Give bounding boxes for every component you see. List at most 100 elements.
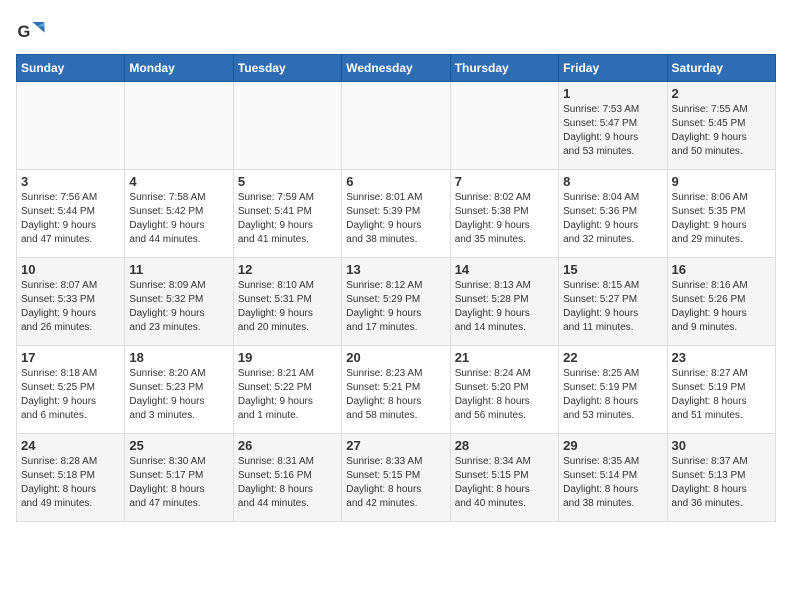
- calendar-cell: 21 Sunrise: 8:24 AM Sunset: 5:20 PM Dayli…: [450, 346, 558, 434]
- day-number: 11: [129, 262, 228, 277]
- day-number: 27: [346, 438, 445, 453]
- day-info: Sunrise: 8:27 AM Sunset: 5:19 PM Dayligh…: [672, 367, 771, 423]
- calendar-cell: [233, 82, 341, 170]
- logo-icon: G: [16, 16, 46, 46]
- calendar-cell: 3 Sunrise: 7:56 AM Sunset: 5:44 PM Daylig…: [17, 170, 125, 258]
- calendar-cell: 10Sunrise: 8:07 AM Sunset: 5:33 PM Dayli…: [17, 258, 125, 346]
- calendar-cell: 13 Sunrise: 8:12 AM Sunset: 5:29 PM Dayli…: [342, 258, 450, 346]
- day-number: 22: [563, 350, 662, 365]
- day-number: 14: [455, 262, 554, 277]
- day-number: 2: [672, 86, 771, 101]
- calendar-cell: 22 Sunrise: 8:25 AM Sunset: 5:19 PM Dayli…: [559, 346, 667, 434]
- svg-text:G: G: [18, 23, 31, 41]
- day-number: 12: [238, 262, 337, 277]
- day-number: 26: [238, 438, 337, 453]
- calendar-cell: [17, 82, 125, 170]
- day-number: 18: [129, 350, 228, 365]
- calendar-cell: [125, 82, 233, 170]
- day-number: 24: [21, 438, 120, 453]
- calendar-cell: 17 Sunrise: 8:18 AM Sunset: 5:25 PM Dayli…: [17, 346, 125, 434]
- calendar-cell: 29 Sunrise: 8:35 AM Sunset: 5:14 PM Dayli…: [559, 434, 667, 522]
- weekday-header-row: SundayMondayTuesdayWednesdayThursdayFrid…: [17, 55, 776, 82]
- calendar-cell: 18 Sunrise: 8:20 AM Sunset: 5:23 PM Dayli…: [125, 346, 233, 434]
- day-info: Sunrise: 8:01 AM Sunset: 5:39 PM Dayligh…: [346, 191, 445, 247]
- day-info: Sunrise: 8:25 AM Sunset: 5:19 PM Dayligh…: [563, 367, 662, 423]
- day-info: Sunrise: 8:02 AM Sunset: 5:38 PM Dayligh…: [455, 191, 554, 247]
- day-info: Sunrise: 7:58 AM Sunset: 5:42 PM Dayligh…: [129, 191, 228, 247]
- day-info: Sunrise: 8:06 AM Sunset: 5:35 PM Dayligh…: [672, 191, 771, 247]
- day-info: Sunrise: 8:35 AM Sunset: 5:14 PM Dayligh…: [563, 455, 662, 511]
- weekday-header: Tuesday: [233, 55, 341, 82]
- day-info: Sunrise: 8:34 AM Sunset: 5:15 PM Dayligh…: [455, 455, 554, 511]
- day-number: 23: [672, 350, 771, 365]
- calendar-cell: 14Sunrise: 8:13 AM Sunset: 5:28 PM Dayli…: [450, 258, 558, 346]
- day-number: 20: [346, 350, 445, 365]
- day-number: 9: [672, 174, 771, 189]
- day-info: Sunrise: 8:18 AM Sunset: 5:25 PM Dayligh…: [21, 367, 120, 423]
- calendar-cell: 11 Sunrise: 8:09 AM Sunset: 5:32 PM Dayli…: [125, 258, 233, 346]
- day-info: Sunrise: 8:28 AM Sunset: 5:18 PM Dayligh…: [21, 455, 120, 511]
- day-info: Sunrise: 7:55 AM Sunset: 5:45 PM Dayligh…: [672, 103, 771, 159]
- day-info: Sunrise: 8:12 AM Sunset: 5:29 PM Dayligh…: [346, 279, 445, 335]
- calendar-cell: 1Sunrise: 7:53 AM Sunset: 5:47 PM Daylig…: [559, 82, 667, 170]
- day-info: Sunrise: 8:16 AM Sunset: 5:26 PM Dayligh…: [672, 279, 771, 335]
- calendar-cell: 30 Sunrise: 8:37 AM Sunset: 5:13 PM Dayli…: [667, 434, 775, 522]
- day-number: 19: [238, 350, 337, 365]
- calendar-cell: 2 Sunrise: 7:55 AM Sunset: 5:45 PM Daylig…: [667, 82, 775, 170]
- calendar-cell: 7 Sunrise: 8:02 AM Sunset: 5:38 PM Daylig…: [450, 170, 558, 258]
- day-number: 16: [672, 262, 771, 277]
- logo: G: [16, 16, 50, 46]
- calendar-cell: 5 Sunrise: 7:59 AM Sunset: 5:41 PM Daylig…: [233, 170, 341, 258]
- day-number: 1: [563, 86, 662, 101]
- calendar-cell: 20 Sunrise: 8:23 AM Sunset: 5:21 PM Dayli…: [342, 346, 450, 434]
- day-number: 15: [563, 262, 662, 277]
- calendar-cell: 26Sunrise: 8:31 AM Sunset: 5:16 PM Dayli…: [233, 434, 341, 522]
- calendar-cell: 24 Sunrise: 8:28 AM Sunset: 5:18 PM Dayli…: [17, 434, 125, 522]
- day-info: Sunrise: 8:09 AM Sunset: 5:32 PM Dayligh…: [129, 279, 228, 335]
- day-info: Sunrise: 8:15 AM Sunset: 5:27 PM Dayligh…: [563, 279, 662, 335]
- calendar-cell: 23 Sunrise: 8:27 AM Sunset: 5:19 PM Dayli…: [667, 346, 775, 434]
- calendar-week-row: 24 Sunrise: 8:28 AM Sunset: 5:18 PM Dayli…: [17, 434, 776, 522]
- calendar: SundayMondayTuesdayWednesdayThursdayFrid…: [16, 54, 776, 522]
- day-number: 30: [672, 438, 771, 453]
- day-info: Sunrise: 8:30 AM Sunset: 5:17 PM Dayligh…: [129, 455, 228, 511]
- day-number: 13: [346, 262, 445, 277]
- weekday-header: Thursday: [450, 55, 558, 82]
- calendar-cell: 4 Sunrise: 7:58 AM Sunset: 5:42 PM Daylig…: [125, 170, 233, 258]
- calendar-cell: [450, 82, 558, 170]
- day-number: 21: [455, 350, 554, 365]
- day-info: Sunrise: 8:20 AM Sunset: 5:23 PM Dayligh…: [129, 367, 228, 423]
- calendar-cell: 25 Sunrise: 8:30 AM Sunset: 5:17 PM Dayli…: [125, 434, 233, 522]
- calendar-cell: 9 Sunrise: 8:06 AM Sunset: 5:35 PM Daylig…: [667, 170, 775, 258]
- day-number: 17: [21, 350, 120, 365]
- calendar-cell: 27Sunrise: 8:33 AM Sunset: 5:15 PM Dayli…: [342, 434, 450, 522]
- day-info: Sunrise: 8:24 AM Sunset: 5:20 PM Dayligh…: [455, 367, 554, 423]
- day-number: 4: [129, 174, 228, 189]
- calendar-week-row: 10Sunrise: 8:07 AM Sunset: 5:33 PM Dayli…: [17, 258, 776, 346]
- calendar-cell: 6 Sunrise: 8:01 AM Sunset: 5:39 PM Daylig…: [342, 170, 450, 258]
- day-number: 8: [563, 174, 662, 189]
- day-number: 3: [21, 174, 120, 189]
- calendar-cell: 19Sunrise: 8:21 AM Sunset: 5:22 PM Dayli…: [233, 346, 341, 434]
- weekday-header: Wednesday: [342, 55, 450, 82]
- day-info: Sunrise: 7:56 AM Sunset: 5:44 PM Dayligh…: [21, 191, 120, 247]
- day-number: 28: [455, 438, 554, 453]
- day-number: 7: [455, 174, 554, 189]
- day-info: Sunrise: 8:07 AM Sunset: 5:33 PM Dayligh…: [21, 279, 120, 335]
- page-header: G: [16, 16, 776, 46]
- day-info: Sunrise: 8:10 AM Sunset: 5:31 PM Dayligh…: [238, 279, 337, 335]
- day-number: 25: [129, 438, 228, 453]
- calendar-week-row: 17 Sunrise: 8:18 AM Sunset: 5:25 PM Dayli…: [17, 346, 776, 434]
- day-number: 6: [346, 174, 445, 189]
- day-info: Sunrise: 8:37 AM Sunset: 5:13 PM Dayligh…: [672, 455, 771, 511]
- calendar-cell: 12 Sunrise: 8:10 AM Sunset: 5:31 PM Dayli…: [233, 258, 341, 346]
- day-number: 5: [238, 174, 337, 189]
- weekday-header: Friday: [559, 55, 667, 82]
- weekday-header: Sunday: [17, 55, 125, 82]
- calendar-cell: 15 Sunrise: 8:15 AM Sunset: 5:27 PM Dayli…: [559, 258, 667, 346]
- day-info: Sunrise: 7:59 AM Sunset: 5:41 PM Dayligh…: [238, 191, 337, 247]
- calendar-cell: 16 Sunrise: 8:16 AM Sunset: 5:26 PM Dayli…: [667, 258, 775, 346]
- day-number: 29: [563, 438, 662, 453]
- day-info: Sunrise: 8:23 AM Sunset: 5:21 PM Dayligh…: [346, 367, 445, 423]
- calendar-cell: 8Sunrise: 8:04 AM Sunset: 5:36 PM Daylig…: [559, 170, 667, 258]
